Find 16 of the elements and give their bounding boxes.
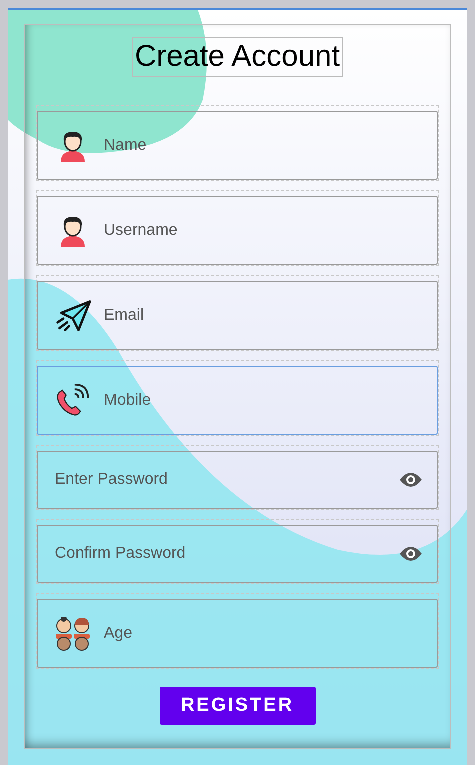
text-field[interactable]: Email bbox=[37, 281, 438, 350]
person-icon bbox=[59, 214, 87, 246]
text-field[interactable]: Age bbox=[37, 599, 438, 668]
paper-plane-icon bbox=[54, 298, 92, 332]
page-title: Create Account bbox=[132, 37, 344, 77]
text-field[interactable]: Name bbox=[37, 111, 438, 180]
person-icon bbox=[59, 130, 87, 162]
text-field[interactable]: Mobile bbox=[37, 366, 438, 435]
password-field[interactable]: Confirm Password bbox=[37, 525, 438, 583]
register-button[interactable]: REGISTER bbox=[160, 687, 316, 725]
text-field[interactable]: Username bbox=[37, 196, 438, 265]
eye-icon[interactable] bbox=[399, 472, 423, 488]
password-field[interactable]: Enter Password bbox=[37, 451, 438, 509]
eye-icon[interactable] bbox=[399, 546, 423, 562]
phone-icon bbox=[54, 384, 92, 418]
children-icon bbox=[55, 616, 91, 650]
